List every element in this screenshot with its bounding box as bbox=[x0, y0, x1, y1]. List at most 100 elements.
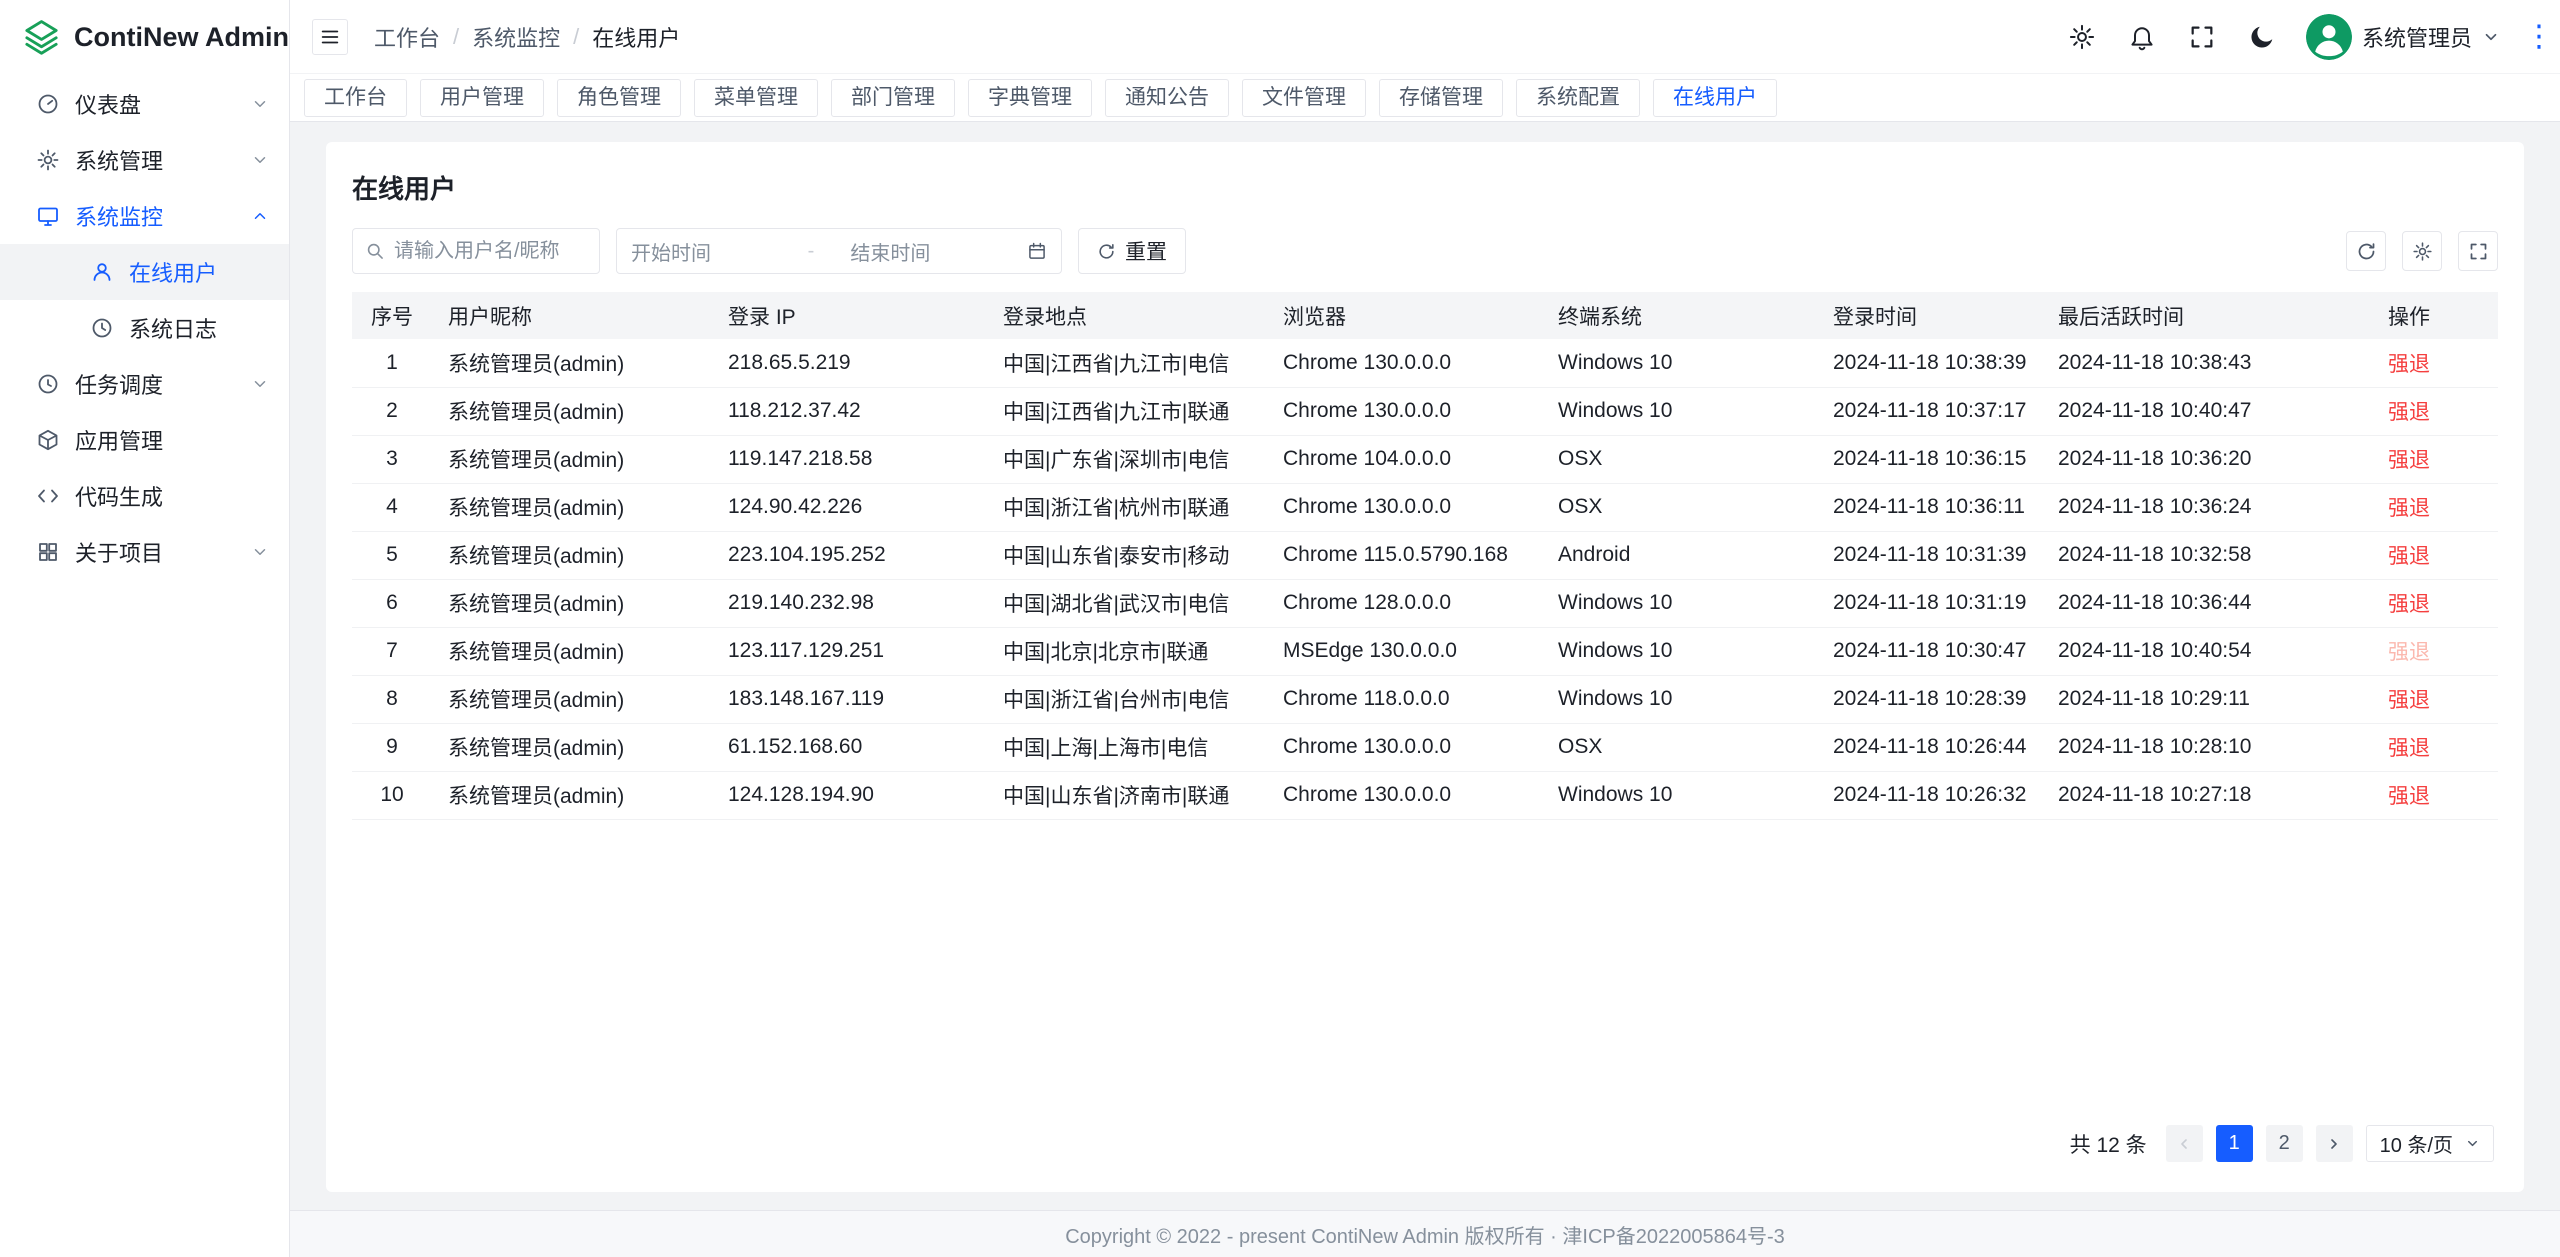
chevron-up-icon bbox=[251, 207, 269, 225]
cell-location: 中国|山东省|济南市|联通 bbox=[987, 771, 1267, 819]
online-users-table: 序号用户昵称登录 IP登录地点浏览器终端系统登录时间最后活跃时间操作 1系统管理… bbox=[352, 292, 2498, 820]
reset-button[interactable]: 重置 bbox=[1078, 228, 1186, 274]
search-input[interactable] bbox=[394, 240, 587, 263]
search-icon bbox=[365, 241, 385, 261]
table-header-row: 序号用户昵称登录 IP登录地点浏览器终端系统登录时间最后活跃时间操作 bbox=[352, 292, 2498, 339]
cell-last-active: 2024-11-18 10:36:24 bbox=[2042, 483, 2372, 531]
tab-item[interactable]: 角色管理 bbox=[557, 79, 681, 117]
settings-gear-icon[interactable] bbox=[2066, 21, 2098, 53]
cell-browser: Chrome 130.0.0.0 bbox=[1267, 339, 1542, 387]
refresh-button[interactable] bbox=[2346, 231, 2386, 271]
sidebar-item-task-scheduler[interactable]: 任务调度 bbox=[0, 356, 289, 412]
sidebar-item-online-users[interactable]: 在线用户 bbox=[0, 244, 289, 300]
cell-nickname: 系统管理员(admin) bbox=[432, 723, 712, 771]
notification-bell-icon[interactable] bbox=[2126, 21, 2158, 53]
table-fullscreen-button[interactable] bbox=[2458, 231, 2498, 271]
cell-index: 5 bbox=[352, 531, 432, 579]
cell-index: 4 bbox=[352, 483, 432, 531]
tab-item[interactable]: 字典管理 bbox=[968, 79, 1092, 117]
sidebar-item-app-management[interactable]: 应用管理 bbox=[0, 412, 289, 468]
tab-item[interactable]: 工作台 bbox=[304, 79, 407, 117]
sidebar-item-about-project[interactable]: 关于项目 bbox=[0, 524, 289, 580]
tab-item[interactable]: 用户管理 bbox=[420, 79, 544, 117]
breadcrumb-item[interactable]: 系统监控 bbox=[472, 21, 560, 53]
next-page-button[interactable] bbox=[2316, 1125, 2353, 1162]
tab-item[interactable]: 部门管理 bbox=[831, 79, 955, 117]
dark-mode-moon-icon[interactable] bbox=[2246, 21, 2278, 53]
gear-icon bbox=[2412, 241, 2433, 262]
force-logout-link[interactable]: 强退 bbox=[2388, 593, 2430, 616]
breadcrumb-separator: / bbox=[573, 24, 579, 50]
end-time-placeholder: 结束时间 bbox=[850, 237, 1017, 266]
cell-last-active: 2024-11-18 10:38:43 bbox=[2042, 339, 2372, 387]
cell-action: 强退 bbox=[2372, 531, 2498, 579]
tab-item[interactable]: 菜单管理 bbox=[694, 79, 818, 117]
cell-ip: 61.152.168.60 bbox=[712, 723, 987, 771]
tab-item[interactable]: 存储管理 bbox=[1379, 79, 1503, 117]
force-logout-link[interactable]: 强退 bbox=[2388, 353, 2430, 376]
column-header: 终端系统 bbox=[1542, 292, 1817, 339]
table-row: 1系统管理员(admin)218.65.5.219中国|江西省|九江市|电信Ch… bbox=[352, 339, 2498, 387]
date-range-picker[interactable]: 开始时间 - 结束时间 bbox=[616, 228, 1062, 274]
logo: ContiNew Admin bbox=[0, 0, 289, 74]
force-logout-link[interactable]: 强退 bbox=[2388, 689, 2430, 712]
cell-nickname: 系统管理员(admin) bbox=[432, 627, 712, 675]
sidebar-collapse-button[interactable] bbox=[312, 19, 348, 55]
cell-last-active: 2024-11-18 10:29:11 bbox=[2042, 675, 2372, 723]
user-menu[interactable]: 系统管理员 bbox=[2306, 14, 2500, 60]
cell-ip: 123.117.129.251 bbox=[712, 627, 987, 675]
sidebar-item-system-monitor[interactable]: 系统监控 bbox=[0, 188, 289, 244]
tab-item[interactable]: 通知公告 bbox=[1105, 79, 1229, 117]
force-logout-link[interactable]: 强退 bbox=[2388, 545, 2430, 568]
tab-item[interactable]: 文件管理 bbox=[1242, 79, 1366, 117]
cell-location: 中国|广东省|深圳市|电信 bbox=[987, 435, 1267, 483]
gear-icon bbox=[36, 148, 60, 172]
chevron-down-icon bbox=[2482, 28, 2500, 46]
code-icon bbox=[36, 484, 60, 508]
cell-nickname: 系统管理员(admin) bbox=[432, 531, 712, 579]
chevron-down-icon bbox=[251, 543, 269, 561]
fullscreen-icon[interactable] bbox=[2186, 21, 2218, 53]
table-row: 8系统管理员(admin)183.148.167.119中国|浙江省|台州市|电… bbox=[352, 675, 2498, 723]
breadcrumb-item[interactable]: 工作台 bbox=[374, 21, 440, 53]
column-header: 用户昵称 bbox=[432, 292, 712, 339]
force-logout-link[interactable]: 强退 bbox=[2388, 785, 2430, 808]
sidebar-item-system-logs[interactable]: 系统日志 bbox=[0, 300, 289, 356]
user-icon bbox=[90, 260, 114, 284]
cell-login-time: 2024-11-18 10:26:32 bbox=[1817, 771, 2042, 819]
column-header: 浏览器 bbox=[1267, 292, 1542, 339]
sidebar-item-label: 在线用户 bbox=[129, 256, 269, 288]
more-actions-icon[interactable]: ⋮ bbox=[2524, 22, 2554, 52]
force-logout-link[interactable]: 强退 bbox=[2388, 449, 2430, 472]
table-settings-button[interactable] bbox=[2402, 231, 2442, 271]
force-logout-link[interactable]: 强退 bbox=[2388, 497, 2430, 520]
cell-action: 强退 bbox=[2372, 579, 2498, 627]
cell-location: 中国|上海|上海市|电信 bbox=[987, 723, 1267, 771]
table-row: 9系统管理员(admin)61.152.168.60中国|上海|上海市|电信Ch… bbox=[352, 723, 2498, 771]
cell-nickname: 系统管理员(admin) bbox=[432, 483, 712, 531]
force-logout-link[interactable]: 强退 bbox=[2388, 737, 2430, 760]
column-header: 登录地点 bbox=[987, 292, 1267, 339]
tab-item[interactable]: 系统配置 bbox=[1516, 79, 1640, 117]
force-logout-link: 强退 bbox=[2388, 641, 2430, 664]
page-number-button[interactable]: 2 bbox=[2266, 1125, 2303, 1162]
cell-os: Windows 10 bbox=[1542, 771, 1817, 819]
cell-ip: 118.212.37.42 bbox=[712, 387, 987, 435]
cell-browser: Chrome 130.0.0.0 bbox=[1267, 387, 1542, 435]
cell-browser: Chrome 130.0.0.0 bbox=[1267, 723, 1542, 771]
page-number-button[interactable]: 1 bbox=[2216, 1125, 2253, 1162]
fullscreen-icon bbox=[2468, 241, 2489, 262]
footer: Copyright © 2022 - present ContiNew Admi… bbox=[290, 1210, 2560, 1257]
logo-icon bbox=[22, 17, 61, 57]
cell-location: 中国|浙江省|台州市|电信 bbox=[987, 675, 1267, 723]
reset-button-label: 重置 bbox=[1125, 236, 1167, 266]
sidebar-item-dashboard[interactable]: 仪表盘 bbox=[0, 76, 289, 132]
cell-os: Windows 10 bbox=[1542, 579, 1817, 627]
sidebar-item-code-generation[interactable]: 代码生成 bbox=[0, 468, 289, 524]
sidebar-item-system-management[interactable]: 系统管理 bbox=[0, 132, 289, 188]
table-row: 10系统管理员(admin)124.128.194.90中国|山东省|济南市|联… bbox=[352, 771, 2498, 819]
force-logout-link[interactable]: 强退 bbox=[2388, 401, 2430, 424]
page-size-select[interactable]: 10 条/页 bbox=[2366, 1125, 2494, 1162]
tab-item[interactable]: 在线用户 bbox=[1653, 79, 1777, 117]
sidebar-item-label: 任务调度 bbox=[75, 368, 236, 400]
